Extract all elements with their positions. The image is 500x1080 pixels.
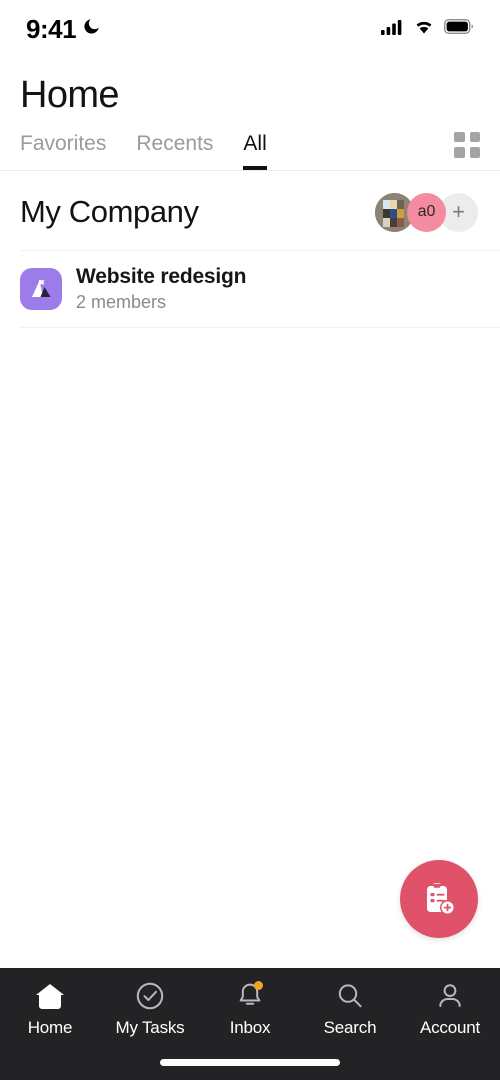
nav-item-search[interactable]: Search xyxy=(300,980,400,1038)
member-avatar-group: a0 + xyxy=(375,192,478,232)
search-icon xyxy=(335,980,365,1012)
crescent-moon-icon xyxy=(82,17,101,41)
grid-cell xyxy=(469,147,480,158)
grid-cell xyxy=(454,131,465,143)
nav-label: Inbox xyxy=(229,1018,271,1037)
grid-cell xyxy=(454,147,465,158)
tab-all[interactable]: All xyxy=(243,132,267,170)
nav-label: Search xyxy=(323,1018,377,1037)
notification-badge xyxy=(254,981,263,990)
app-screen: 9:41 Home Favorites Recents All My Compa… xyxy=(0,0,500,1080)
bell-icon xyxy=(235,980,265,1012)
grid-cell xyxy=(469,131,480,143)
page-title: Home xyxy=(20,74,120,116)
tab-favorites[interactable]: Favorites xyxy=(20,132,106,170)
avatar[interactable]: a0 xyxy=(407,192,446,232)
nav-label: Home xyxy=(27,1018,73,1037)
mountain-icon xyxy=(20,267,62,310)
nav-item-my-tasks[interactable]: My Tasks xyxy=(100,980,200,1038)
battery-full-icon xyxy=(443,18,474,39)
bottom-navigation: Home My Tasks Inbox Search Account xyxy=(0,968,500,1080)
person-icon xyxy=(435,980,465,1012)
nav-label: Account xyxy=(419,1018,481,1037)
workspace-name: My Company xyxy=(20,194,199,230)
grid-view-icon[interactable] xyxy=(454,131,480,158)
list-item[interactable]: Website redesign 2 members xyxy=(0,251,500,327)
project-members-count: 2 members xyxy=(76,291,167,312)
wifi-icon xyxy=(413,19,435,40)
list-item-text: Website redesign 2 members xyxy=(76,265,246,313)
nav-item-account[interactable]: Account xyxy=(400,980,500,1038)
check-circle-icon xyxy=(135,980,165,1012)
status-bar-right xyxy=(381,18,474,40)
tab-list: Favorites Recents All xyxy=(20,132,454,170)
project-title: Website redesign xyxy=(76,264,247,288)
nav-item-inbox[interactable]: Inbox xyxy=(200,980,300,1038)
workspace-header: My Company a0 + xyxy=(0,171,500,250)
content-area xyxy=(0,327,500,968)
nav-label: My Tasks xyxy=(115,1018,185,1037)
add-task-clipboard-icon xyxy=(427,883,455,915)
tab-recents[interactable]: Recents xyxy=(136,132,213,170)
tab-bar: Favorites Recents All xyxy=(0,116,500,170)
create-task-button[interactable] xyxy=(400,860,478,938)
home-indicator[interactable] xyxy=(160,1059,340,1066)
status-bar-time: 9:41 xyxy=(26,13,77,44)
status-bar: 9:41 xyxy=(0,0,500,58)
status-bar-left: 9:41 xyxy=(26,14,101,45)
home-icon xyxy=(34,980,66,1012)
cellular-signal-icon xyxy=(381,19,404,40)
nav-item-home[interactable]: Home xyxy=(0,980,100,1038)
